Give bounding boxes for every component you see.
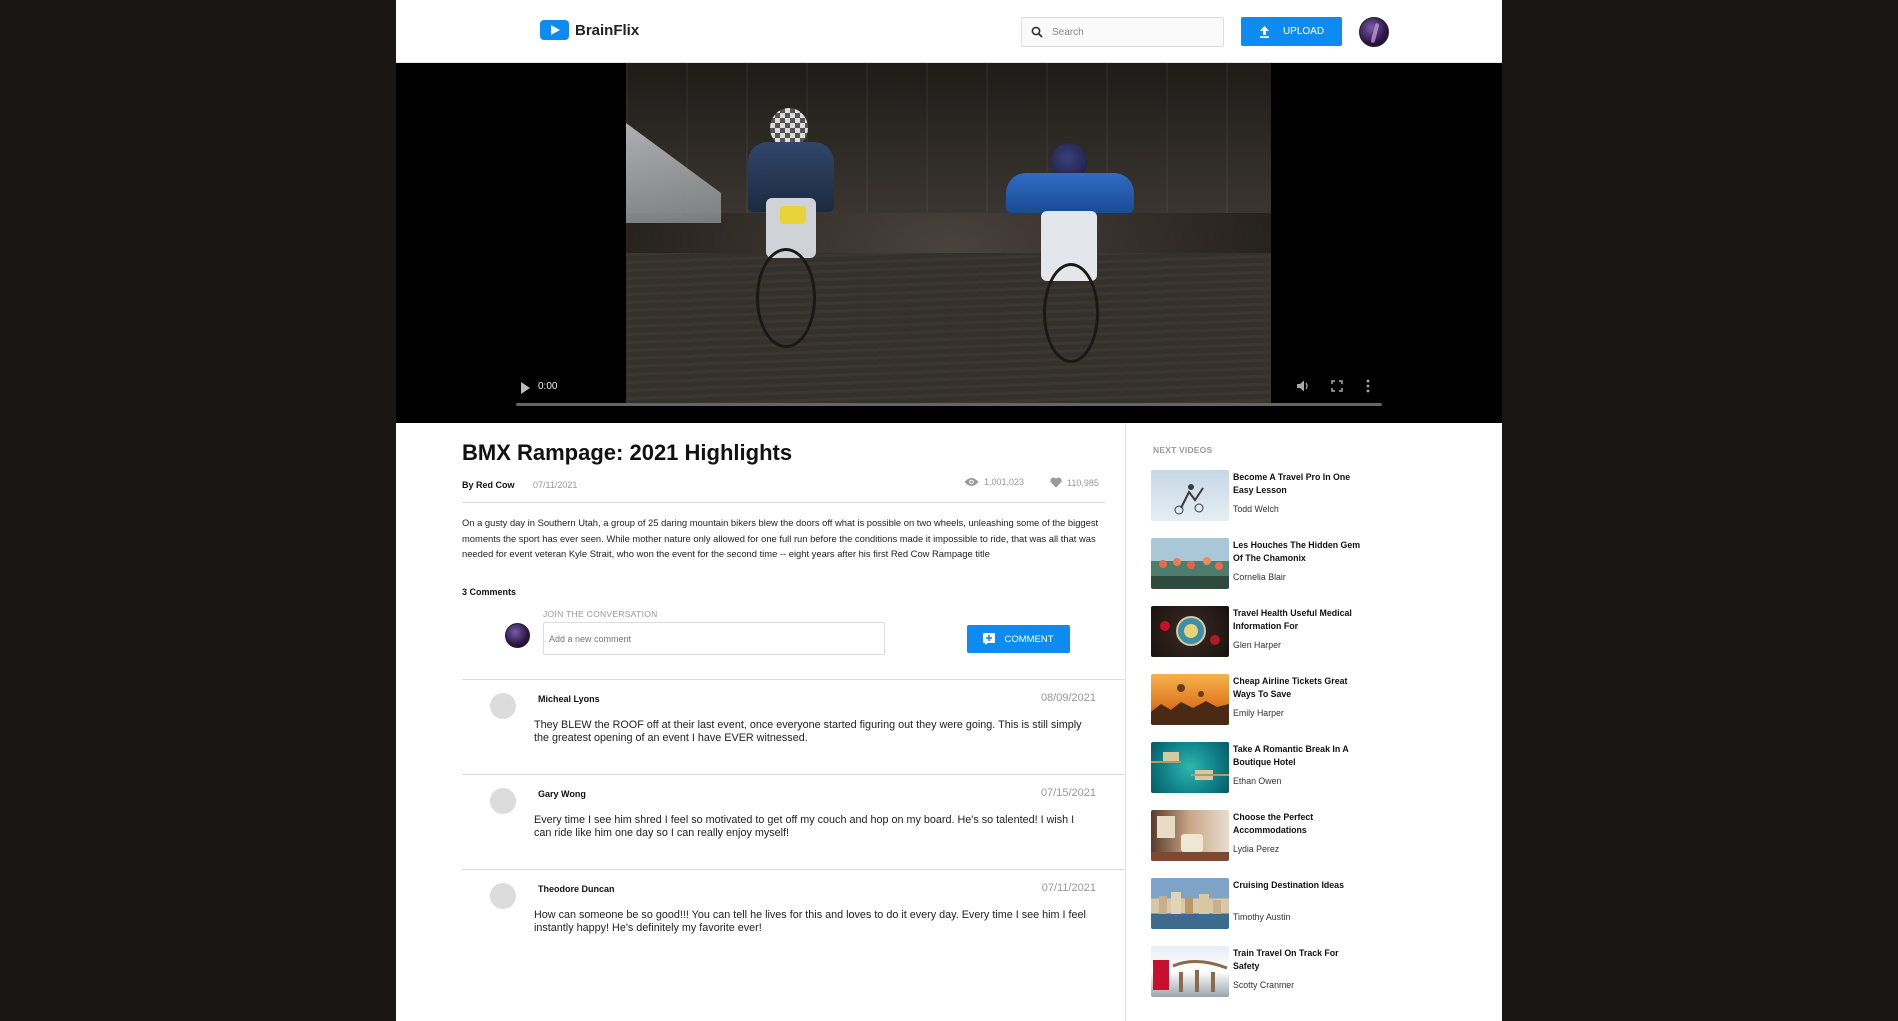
next-video-author: Scotty Cranmer [1233,980,1295,990]
comment-input[interactable] [543,622,885,655]
next-videos-label: NEXT VIDEOS [1153,445,1213,455]
next-video-item[interactable]: Take A Romantic Break In A Boutique Hote… [1151,742,1391,794]
commenter-avatar [490,693,516,719]
commenter-name: Micheal Lyons [538,694,600,704]
comment-text: Every time I see him shred I feel so mot… [534,814,1075,840]
video-date: 07/11/2021 [533,480,578,490]
eye-icon [964,478,979,486]
video-thumbnail [1151,538,1229,589]
video-thumbnail [1151,606,1229,657]
next-video-title: Train Travel On Track For Safety [1233,948,1339,971]
video-thumbnail [1151,742,1229,793]
join-conversation-label: JOIN THE CONVERSATION [543,609,658,619]
comment-button-label: COMMENT [1004,633,1054,645]
video-thumbnail [1151,674,1229,725]
current-user-avatar [505,623,530,648]
next-video-author: Timothy Austin [1233,912,1291,922]
video-title: BMX Rampage: 2021 Highlights [462,440,793,465]
next-video-item[interactable]: Cruising Destination Ideas Timothy Austi… [1151,878,1391,930]
views-stat: 1,001,023 [964,477,1024,487]
commenter-name: Gary Wong [538,789,586,799]
video-description: On a gusty day in Southern Utah, a group… [462,517,1099,559]
next-video-title: Les Houches The Hidden Gem Of The Chamon… [1233,540,1361,563]
comments-count: 3 Comments [462,587,517,597]
commenter-avatar [490,883,516,909]
comment-date: 08/09/2021 [1040,692,1096,704]
next-video-item[interactable]: Les Houches The Hidden Gem Of The Chamon… [1151,538,1391,590]
comment-item: Micheal Lyons 08/09/2021 They BLEW the R… [462,679,1126,774]
next-video-item[interactable]: Train Travel On Track For Safety Scotty … [1151,946,1391,998]
commenter-name: Theodore Duncan [538,884,615,894]
comment-date: 07/15/2021 [1040,787,1096,799]
next-video-title: Become A Travel Pro In One Easy Lesson [1233,472,1351,495]
next-video-author: Ethan Owen [1233,776,1282,786]
views-count: 1,001,023 [984,477,1025,487]
next-video-title: Cruising Destination Ideas [1233,880,1344,890]
likes-count: 110,985 [1067,477,1099,488]
next-video-author: Todd Welch [1233,504,1279,514]
video-thumbnail [1151,878,1229,929]
heart-icon [1050,477,1062,488]
next-video-item[interactable]: Travel Health Useful Medical Information… [1151,606,1391,658]
next-video-title: Travel Health Useful Medical Information… [1233,608,1352,631]
comment-text: They BLEW the ROOF off at their last eve… [534,719,1082,745]
video-thumbnail [1151,810,1229,861]
divider [462,502,1105,503]
next-video-author: Emily Harper [1233,708,1284,718]
next-video-author: Glen Harper [1233,640,1281,650]
next-video-author: Lydia Perez [1233,844,1280,854]
comment-date: 07/11/2021 [1041,882,1096,894]
video-thumbnail [1151,946,1229,997]
commenter-avatar [490,788,516,814]
comment-item: Gary Wong 07/15/2021 Every time I see hi… [462,774,1126,869]
next-video-title: Choose the Perfect Accommodations [1233,812,1314,835]
next-video-item[interactable]: Cheap Airline Tickets Great Ways To Save… [1151,674,1391,726]
next-video-author: Cornelia Blair [1233,572,1286,582]
comment-item: Theodore Duncan 07/11/2021 How can someo… [462,869,1126,964]
add-comment-icon [983,633,996,645]
content-layer: BMX Rampage: 2021 Highlights By Red Cow … [396,0,1502,1021]
next-video-title: Take A Romantic Break In A Boutique Hote… [1233,744,1349,767]
next-video-title: Cheap Airline Tickets Great Ways To Save [1233,676,1348,699]
next-video-item[interactable]: Choose the Perfect Accommodations Lydia … [1151,810,1391,862]
comment-text: How can someone be so good!!! You can te… [534,909,1086,935]
video-byline[interactable]: By Red Cow [462,480,515,490]
likes-stat[interactable]: 110,985 [1050,477,1099,488]
comment-button[interactable]: COMMENT [967,625,1070,653]
video-thumbnail [1151,470,1229,521]
next-video-item[interactable]: Become A Travel Pro In One Easy Lesson T… [1151,470,1391,522]
